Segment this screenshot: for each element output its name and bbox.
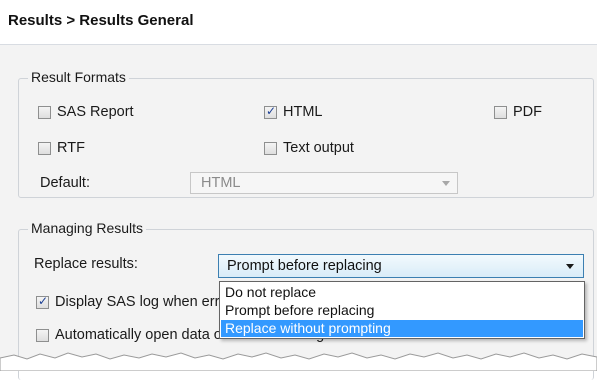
replace-results-dropdown-list: Do not replace Prompt before replacing R… <box>219 281 585 339</box>
rtf-checkbox[interactable]: RTF <box>38 140 85 156</box>
managing-results-legend: Managing Results <box>28 220 147 236</box>
default-format-label: Default: <box>40 175 90 191</box>
pdf-checkbox[interactable]: PDF <box>494 104 542 120</box>
default-format-select: HTML <box>190 172 458 194</box>
default-format-value: HTML <box>201 175 241 191</box>
text-output-label: Text output <box>283 140 354 156</box>
chevron-down-icon[interactable] <box>566 264 574 269</box>
sas-report-checkbox[interactable]: SAS Report <box>38 104 134 120</box>
page-title: Results > Results General <box>8 12 194 29</box>
dropdown-option-prompt-before-replacing[interactable]: Prompt before replacing <box>221 302 583 319</box>
chevron-down-icon <box>442 181 450 186</box>
pdf-label: PDF <box>513 104 542 120</box>
replace-results-label: Replace results: <box>34 256 138 272</box>
pdf-checkbox-box[interactable] <box>494 105 507 119</box>
replace-results-value: Prompt before replacing <box>227 258 382 274</box>
dropdown-option-replace-without-prompting[interactable]: Replace without prompting <box>221 320 583 337</box>
sas-report-label: SAS Report <box>57 104 134 120</box>
page-header: Results > Results General <box>0 0 597 45</box>
sas-report-checkbox-box[interactable] <box>38 105 51 119</box>
auto-open-checkbox-box[interactable] <box>36 328 49 342</box>
text-output-checkbox-box[interactable] <box>264 141 277 155</box>
replace-results-select[interactable]: Prompt before replacing <box>218 254 584 278</box>
rtf-label: RTF <box>57 140 85 156</box>
rtf-checkbox-box[interactable] <box>38 141 51 155</box>
html-checkbox[interactable]: HTML <box>264 104 322 120</box>
torn-edge-decoration <box>0 352 597 371</box>
dropdown-option-do-not-replace[interactable]: Do not replace <box>221 284 583 301</box>
text-output-checkbox[interactable]: Text output <box>264 140 354 156</box>
display-sas-log-checkbox-box[interactable] <box>36 294 49 309</box>
result-formats-legend: Result Formats <box>28 69 129 85</box>
html-label: HTML <box>283 104 323 120</box>
html-checkbox-box[interactable] <box>264 104 277 119</box>
